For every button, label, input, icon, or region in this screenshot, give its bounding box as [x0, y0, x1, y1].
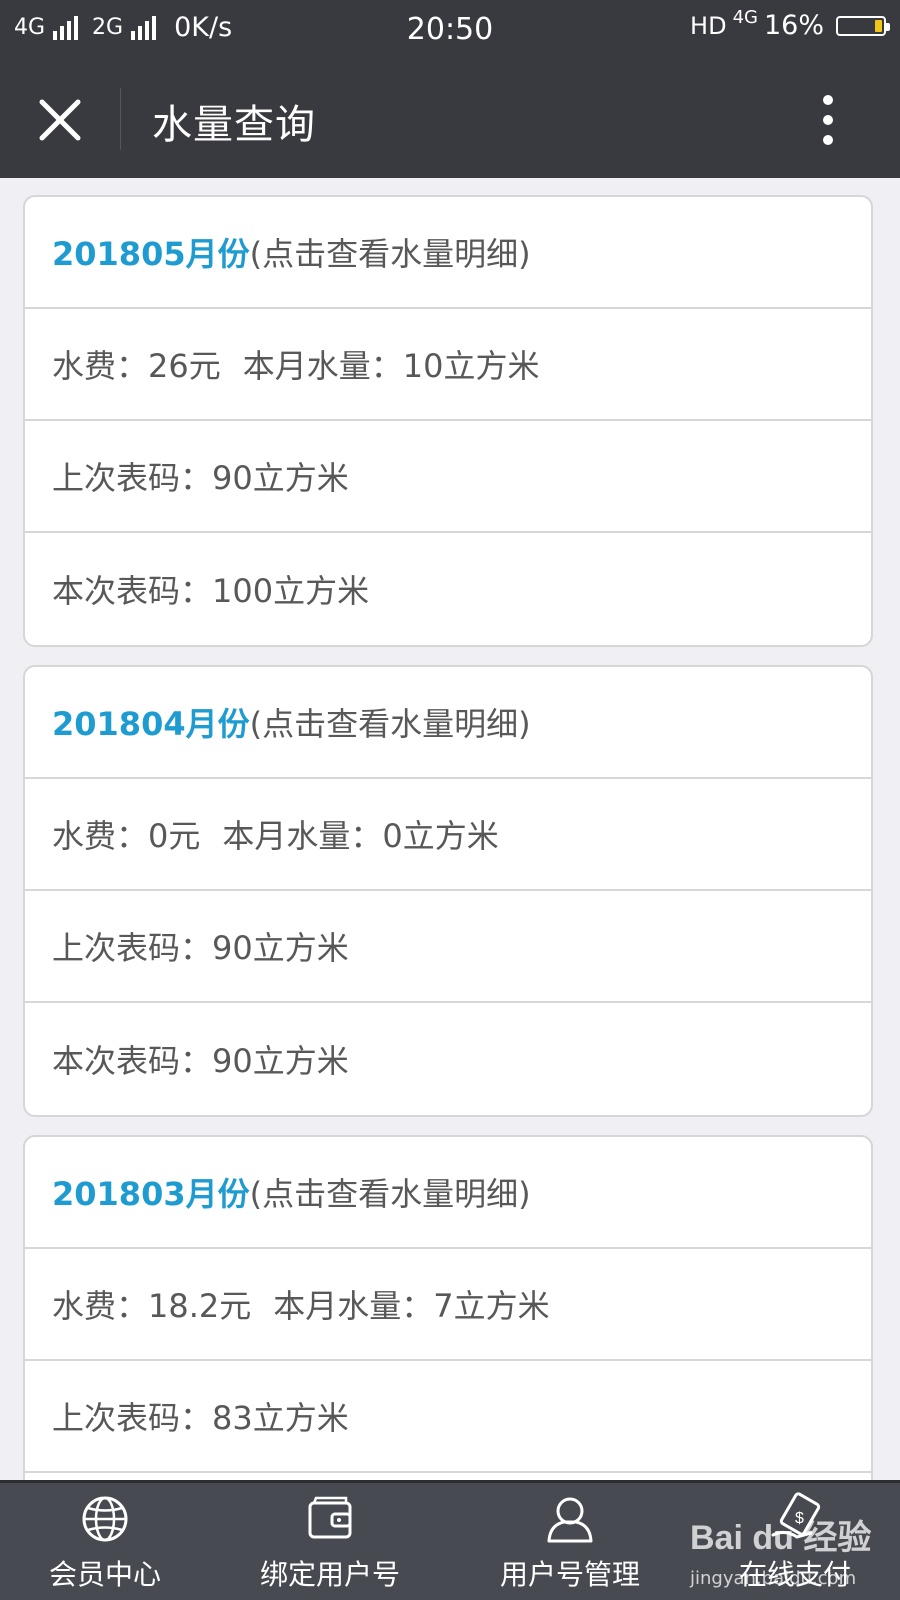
usage-label: 本月水量： [273, 1287, 434, 1325]
more-button[interactable] [808, 90, 848, 150]
title-divider [120, 88, 121, 150]
usage-value: 0立方米 [382, 817, 499, 855]
record-hint: (点击查看水量明细) [249, 705, 531, 743]
record-month: 201803月份 [52, 1175, 250, 1213]
curr-reading-label: 本次表码： [52, 572, 213, 610]
watermark-url: jingyan.baidu.com [690, 1568, 857, 1589]
record-header[interactable]: 201805月份 (点击查看水量明细) [25, 197, 871, 309]
page-title: 水量查询 [152, 102, 316, 148]
battery-percent: 16% [763, 10, 824, 41]
watermark-brand: Bai du 经验 [690, 1519, 872, 1557]
record-fee-row: 水费： 18.2元 本月水量： 7立方米 [25, 1249, 871, 1361]
battery-icon [836, 15, 890, 36]
nav-account-manage[interactable]: 用户号管理 [470, 1483, 670, 1600]
status-bar: 4G 2G 0K/s 20:50 HD 4G 16% [0, 0, 900, 60]
nav-label: 会员中心 [48, 1558, 161, 1591]
usage-value: 10立方米 [402, 347, 540, 385]
globe-icon [82, 1496, 128, 1542]
usage-label: 本月水量： [222, 817, 383, 855]
prev-reading-label: 上次表码： [52, 459, 213, 497]
fee-value: 26元 [148, 347, 221, 385]
record-card: 201805月份 (点击查看水量明细) 水费： 26元 本月水量： 10立方米 上次表码… [23, 195, 873, 647]
nav-label: 用户号管理 [499, 1558, 640, 1591]
baidu-watermark: Bai du 经验 jingyan.baidu.com [690, 1510, 890, 1596]
user-icon [547, 1497, 593, 1543]
curr-reading-value: 90立方米 [212, 1042, 349, 1080]
record-curr-row: 本次表码： 100立方米 [25, 533, 871, 645]
prev-reading-label: 上次表码： [52, 929, 213, 967]
fee-label: 水费： [52, 817, 149, 855]
nav-label: 绑定用户号 [259, 1558, 400, 1591]
battery-level [875, 19, 882, 32]
fee-value: 18.2元 [148, 1287, 252, 1325]
record-hint: (点击查看水量明细) [249, 1175, 531, 1213]
usage-label: 本月水量： [242, 347, 403, 385]
curr-reading-label: 本次表码： [52, 1042, 213, 1080]
wallet-icon [308, 1496, 352, 1539]
prev-reading-value: 90立方米 [212, 929, 349, 967]
status-right: HD 4G 16% [690, 7, 890, 41]
record-hint: (点击查看水量明细) [249, 235, 531, 273]
record-curr-row: 本次表码： 90立方米 [25, 1003, 871, 1115]
record-header[interactable]: 201804月份 (点击查看水量明细) [25, 667, 871, 779]
curr-reading-value: 100立方米 [212, 572, 370, 610]
nav-bind-account[interactable]: 绑定用户号 [230, 1483, 430, 1600]
more-vertical-icon [823, 95, 833, 145]
prev-reading-value: 83立方米 [212, 1399, 349, 1437]
prev-reading-value: 90立方米 [212, 459, 349, 497]
close-button[interactable] [32, 92, 88, 148]
fee-value: 0元 [148, 817, 201, 855]
records-list[interactable]: 201805月份 (点击查看水量明细) 水费： 26元 本月水量： 10立方米 上次表码… [0, 178, 900, 1480]
prev-reading-label: 上次表码： [52, 1399, 213, 1437]
net-type-indicator: 4G [732, 7, 758, 28]
record-month: 201805月份 [52, 235, 250, 273]
record-fee-row: 水费： 0元 本月水量： 0立方米 [25, 779, 871, 891]
record-card: 201804月份 (点击查看水量明细) 水费： 0元 本月水量： 0立方米 上次表码： 9… [23, 665, 873, 1117]
record-prev-row: 上次表码： 90立方米 [25, 421, 871, 533]
record-card: 201803月份 (点击查看水量明细) 水费： 18.2元 本月水量： 7立方米 上次表… [23, 1135, 873, 1480]
hd-indicator: HD [690, 11, 727, 40]
close-icon [39, 99, 81, 141]
usage-value: 7立方米 [433, 1287, 550, 1325]
fee-label: 水费： [52, 347, 149, 385]
record-prev-row: 上次表码： 90立方米 [25, 891, 871, 1003]
record-prev-row: 上次表码： 83立方米 [25, 1361, 871, 1473]
fee-label: 水费： [52, 1287, 149, 1325]
record-fee-row: 水费： 26元 本月水量： 10立方米 [25, 309, 871, 421]
title-bar: 水量查询 [0, 60, 900, 178]
nav-member-center[interactable]: 会员中心 [0, 1483, 210, 1600]
record-header[interactable]: 201803月份 (点击查看水量明细) [25, 1137, 871, 1249]
record-month: 201804月份 [52, 705, 250, 743]
